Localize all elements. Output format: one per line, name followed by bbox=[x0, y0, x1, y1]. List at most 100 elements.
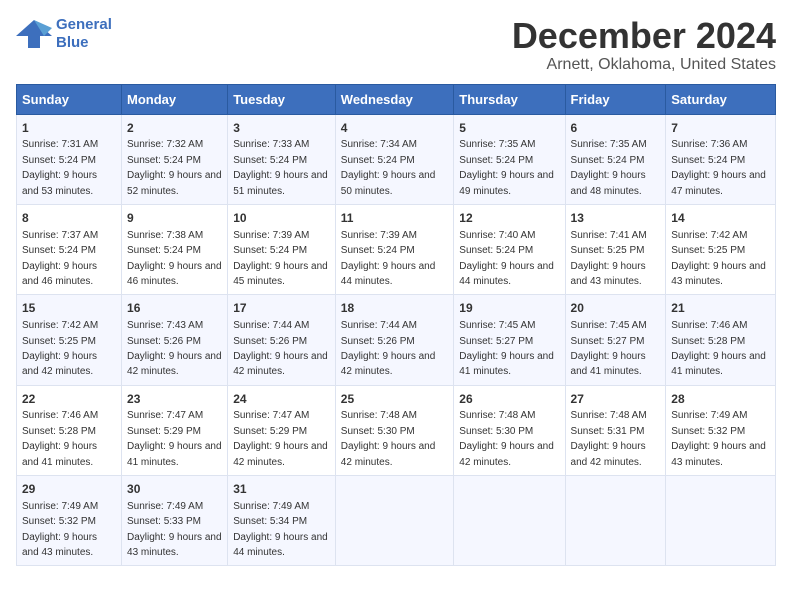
calendar-cell: 1 Sunrise: 7:31 AM Sunset: 5:24 PM Daylight… bbox=[17, 114, 122, 204]
calendar-cell: 14Sunrise: 7:42 AMSunset: 5:25 PMDayligh… bbox=[666, 204, 776, 294]
day-header-sunday: Sunday bbox=[17, 84, 122, 114]
sunset-text: Sunset: 5:32 PM bbox=[22, 516, 96, 527]
day-number: 31 bbox=[233, 481, 330, 498]
calendar-week-1: 1 Sunrise: 7:31 AM Sunset: 5:24 PM Daylight… bbox=[17, 114, 776, 204]
title-section: December 2024 Arnett, Oklahoma, United S… bbox=[512, 16, 776, 74]
calendar-cell: 2Sunrise: 7:32 AMSunset: 5:24 PMDaylight… bbox=[122, 114, 228, 204]
calendar-cell bbox=[454, 476, 565, 566]
header-row: SundayMondayTuesdayWednesdayThursdayFrid… bbox=[17, 84, 776, 114]
sunrise-text: Sunrise: 7:39 AM bbox=[341, 230, 417, 241]
page-header: General Blue December 2024 Arnett, Oklah… bbox=[16, 16, 776, 74]
day-header-friday: Friday bbox=[565, 84, 666, 114]
logo: General Blue bbox=[16, 16, 112, 52]
daylight-text: Daylight: 9 hours and 48 minutes. bbox=[571, 170, 646, 196]
sunrise-text: Sunrise: 7:42 AM bbox=[22, 320, 98, 331]
daylight-text: Daylight: 9 hours and 49 minutes. bbox=[459, 170, 554, 196]
sunrise-text: Sunrise: 7:49 AM bbox=[127, 501, 203, 512]
day-number: 1 bbox=[22, 120, 116, 137]
daylight-text: Daylight: 9 hours and 42 minutes. bbox=[459, 441, 554, 467]
sunset-text: Sunset: 5:24 PM bbox=[341, 155, 415, 166]
sunset-text: Sunset: 5:24 PM bbox=[22, 245, 96, 256]
day-number: 11 bbox=[341, 210, 449, 227]
sunrise-text: Sunrise: 7:37 AM bbox=[22, 230, 98, 241]
daylight-text: Daylight: 9 hours and 46 minutes. bbox=[22, 261, 97, 287]
sunrise-text: Sunrise: 7:47 AM bbox=[233, 410, 309, 421]
calendar-cell: 25Sunrise: 7:48 AMSunset: 5:30 PMDayligh… bbox=[335, 385, 454, 475]
daylight-text: Daylight: 9 hours and 42 minutes. bbox=[233, 441, 328, 467]
daylight-text: Daylight: 9 hours and 43 minutes. bbox=[571, 261, 646, 287]
sunrise-text: Sunrise: 7:32 AM bbox=[127, 139, 203, 150]
daylight-text: Daylight: 9 hours and 53 minutes. bbox=[22, 170, 97, 196]
calendar-cell bbox=[565, 476, 666, 566]
sunrise-text: Sunrise: 7:34 AM bbox=[341, 139, 417, 150]
sunrise-text: Sunrise: 7:44 AM bbox=[341, 320, 417, 331]
calendar-cell: 22Sunrise: 7:46 AMSunset: 5:28 PMDayligh… bbox=[17, 385, 122, 475]
sunrise-text: Sunrise: 7:41 AM bbox=[571, 230, 647, 241]
sunset-text: Sunset: 5:24 PM bbox=[22, 155, 96, 166]
sunrise-text: Sunrise: 7:39 AM bbox=[233, 230, 309, 241]
sunrise-text: Sunrise: 7:48 AM bbox=[459, 410, 535, 421]
calendar-cell: 23Sunrise: 7:47 AMSunset: 5:29 PMDayligh… bbox=[122, 385, 228, 475]
day-number: 21 bbox=[671, 300, 770, 317]
sunrise-text: Sunrise: 7:44 AM bbox=[233, 320, 309, 331]
day-number: 15 bbox=[22, 300, 116, 317]
main-title: December 2024 bbox=[512, 16, 776, 56]
sunset-text: Sunset: 5:25 PM bbox=[22, 336, 96, 347]
calendar-cell: 6Sunrise: 7:35 AMSunset: 5:24 PMDaylight… bbox=[565, 114, 666, 204]
sunset-text: Sunset: 5:28 PM bbox=[22, 426, 96, 437]
sunset-text: Sunset: 5:24 PM bbox=[571, 155, 645, 166]
day-number: 25 bbox=[341, 391, 449, 408]
daylight-text: Daylight: 9 hours and 51 minutes. bbox=[233, 170, 328, 196]
calendar-week-2: 8 Sunrise: 7:37 AM Sunset: 5:24 PM Daylight… bbox=[17, 204, 776, 294]
day-header-wednesday: Wednesday bbox=[335, 84, 454, 114]
sunset-text: Sunset: 5:25 PM bbox=[671, 245, 745, 256]
sunrise-text: Sunrise: 7:42 AM bbox=[671, 230, 747, 241]
calendar-cell: 27Sunrise: 7:48 AMSunset: 5:31 PMDayligh… bbox=[565, 385, 666, 475]
day-number: 10 bbox=[233, 210, 330, 227]
calendar-cell: 18Sunrise: 7:44 AMSunset: 5:26 PMDayligh… bbox=[335, 295, 454, 385]
daylight-text: Daylight: 9 hours and 41 minutes. bbox=[671, 351, 766, 377]
day-number: 17 bbox=[233, 300, 330, 317]
subtitle: Arnett, Oklahoma, United States bbox=[512, 56, 776, 74]
calendar-week-4: 22Sunrise: 7:46 AMSunset: 5:28 PMDayligh… bbox=[17, 385, 776, 475]
sunset-text: Sunset: 5:33 PM bbox=[127, 516, 201, 527]
sunrise-text: Sunrise: 7:43 AM bbox=[127, 320, 203, 331]
daylight-text: Daylight: 9 hours and 45 minutes. bbox=[233, 261, 328, 287]
daylight-text: Daylight: 9 hours and 50 minutes. bbox=[341, 170, 436, 196]
sunrise-text: Sunrise: 7:45 AM bbox=[571, 320, 647, 331]
sunrise-text: Sunrise: 7:35 AM bbox=[459, 139, 535, 150]
calendar-cell bbox=[335, 476, 454, 566]
daylight-text: Daylight: 9 hours and 42 minutes. bbox=[571, 441, 646, 467]
calendar-cell: 31Sunrise: 7:49 AMSunset: 5:34 PMDayligh… bbox=[228, 476, 336, 566]
sunset-text: Sunset: 5:29 PM bbox=[233, 426, 307, 437]
sunrise-text: Sunrise: 7:36 AM bbox=[671, 139, 747, 150]
calendar-cell: 16Sunrise: 7:43 AMSunset: 5:26 PMDayligh… bbox=[122, 295, 228, 385]
calendar-cell: 24Sunrise: 7:47 AMSunset: 5:29 PMDayligh… bbox=[228, 385, 336, 475]
sunrise-text: Sunrise: 7:46 AM bbox=[22, 410, 98, 421]
sunset-text: Sunset: 5:24 PM bbox=[341, 245, 415, 256]
day-number: 28 bbox=[671, 391, 770, 408]
day-number: 30 bbox=[127, 481, 222, 498]
day-number: 27 bbox=[571, 391, 661, 408]
sunset-text: Sunset: 5:27 PM bbox=[571, 336, 645, 347]
sunrise-text: Sunrise: 7:49 AM bbox=[233, 501, 309, 512]
day-number: 19 bbox=[459, 300, 559, 317]
sunset-text: Sunset: 5:26 PM bbox=[341, 336, 415, 347]
calendar-week-5: 29Sunrise: 7:49 AMSunset: 5:32 PMDayligh… bbox=[17, 476, 776, 566]
calendar-cell bbox=[666, 476, 776, 566]
day-number: 23 bbox=[127, 391, 222, 408]
calendar-cell: 29Sunrise: 7:49 AMSunset: 5:32 PMDayligh… bbox=[17, 476, 122, 566]
sunrise-text: Sunrise: 7:49 AM bbox=[671, 410, 747, 421]
day-number: 20 bbox=[571, 300, 661, 317]
calendar-week-3: 15 Sunrise: 7:42 AM Sunset: 5:25 PM Dayligh… bbox=[17, 295, 776, 385]
sunrise-text: Sunrise: 7:31 AM bbox=[22, 139, 98, 150]
day-number: 8 bbox=[22, 210, 116, 227]
day-number: 5 bbox=[459, 120, 559, 137]
sunrise-text: Sunrise: 7:48 AM bbox=[571, 410, 647, 421]
calendar-cell: 8 Sunrise: 7:37 AM Sunset: 5:24 PM Daylight… bbox=[17, 204, 122, 294]
sunset-text: Sunset: 5:28 PM bbox=[671, 336, 745, 347]
daylight-text: Daylight: 9 hours and 42 minutes. bbox=[127, 351, 222, 377]
daylight-text: Daylight: 9 hours and 41 minutes. bbox=[459, 351, 554, 377]
sunset-text: Sunset: 5:24 PM bbox=[127, 155, 201, 166]
sunrise-text: Sunrise: 7:49 AM bbox=[22, 501, 98, 512]
